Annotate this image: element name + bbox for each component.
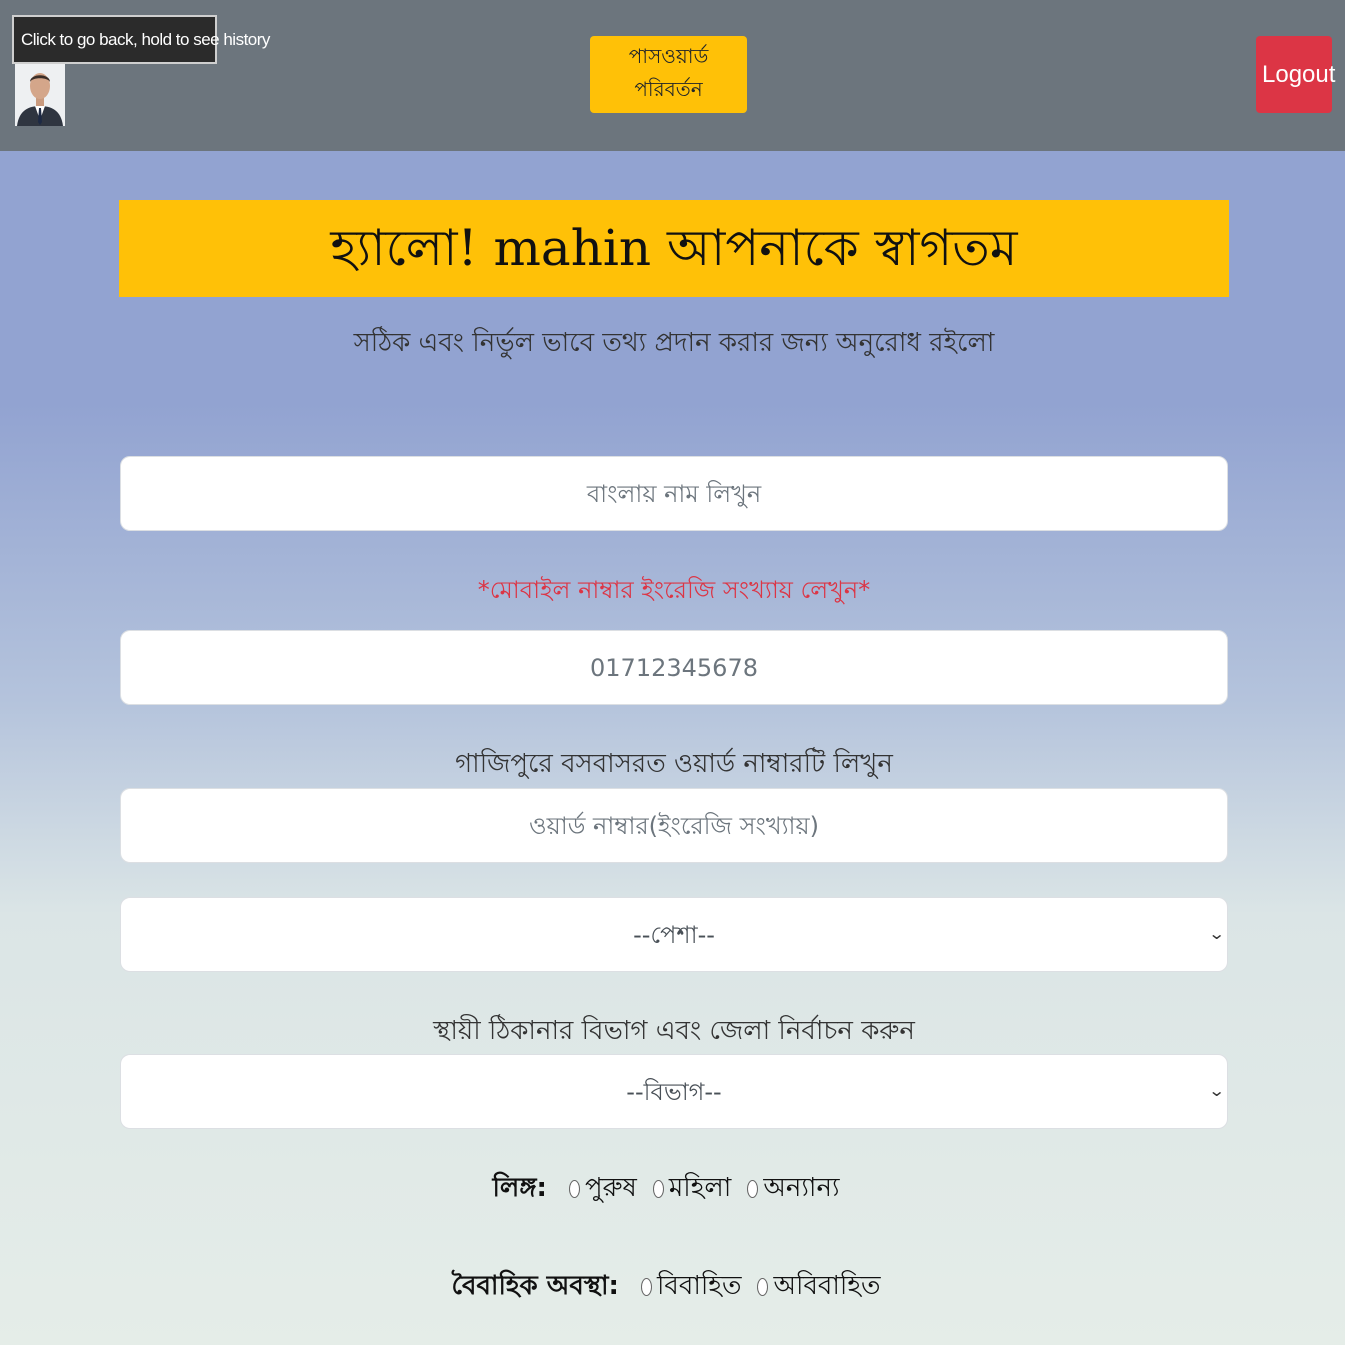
- name-input[interactable]: [120, 456, 1228, 531]
- back-button-tooltip: Click to go back, hold to see history: [12, 15, 270, 64]
- user-photo-icon: [15, 64, 65, 126]
- radio-circle-icon[interactable]: [568, 1180, 580, 1198]
- mobile-instruction: *মোবাইল নাম্বার ইংরেজি সংখ্যায় লেখুন*: [477, 576, 871, 604]
- profession-select[interactable]: --পেশা--: [120, 897, 1228, 972]
- ward-label: গাজিপুরে বসবাসরত ওয়ার্ড নাম্বারটি লিখুন: [455, 749, 893, 779]
- radio-circle-icon[interactable]: [652, 1180, 664, 1198]
- marital-option-label: অবিবাহিত: [773, 1271, 881, 1301]
- ward-input[interactable]: [120, 788, 1228, 863]
- radio-circle-icon[interactable]: [640, 1278, 652, 1296]
- gender-label: লিঙ্গ:: [492, 1173, 547, 1203]
- marital-label: বৈবাহিক অবস্থা:: [451, 1271, 619, 1301]
- chevron-down-icon: ⌄: [1207, 1081, 1226, 1100]
- marital-option-married[interactable]: বিবাহিত: [640, 1265, 742, 1309]
- marital-radio-group: বৈবাহিক অবস্থা: বিবাহিত অবিবাহিত: [119, 1265, 1229, 1309]
- gender-option-label: পুরুষ: [584, 1173, 637, 1203]
- gender-option-female[interactable]: মহিলা: [652, 1167, 732, 1211]
- gender-option-male[interactable]: পুরুষ: [568, 1167, 637, 1211]
- radio-circle-icon[interactable]: [747, 1180, 759, 1198]
- logout-button[interactable]: Logout: [1256, 36, 1335, 113]
- gender-option-other[interactable]: অন্যান্য: [747, 1167, 840, 1211]
- gender-option-label: মহিলা: [668, 1173, 732, 1203]
- radio-circle-icon[interactable]: [757, 1278, 769, 1296]
- user-avatar[interactable]: [15, 64, 65, 126]
- chevron-down-icon: ⌄: [1207, 924, 1226, 943]
- address-label: স্থায়ী ঠিকানার বিভাগ এবং জেলা নির্বাচন …: [433, 1016, 915, 1046]
- mobile-input[interactable]: [120, 630, 1228, 705]
- change-password-button[interactable]: পাসওয়ার্ড পরিবর্তন: [590, 36, 747, 113]
- welcome-banner: হ্যালো! mahin আপনাকে স্বাগতম: [119, 200, 1229, 297]
- gender-option-label: অন্যান্য: [763, 1173, 840, 1203]
- division-select[interactable]: --বিভাগ--: [120, 1054, 1228, 1129]
- marital-option-label: বিবাহিত: [656, 1271, 742, 1301]
- gender-radio-group: লিঙ্গ: পুরুষ মহিলা অন্যান্য: [119, 1167, 1229, 1211]
- marital-option-unmarried[interactable]: অবিবাহিত: [757, 1265, 881, 1309]
- welcome-subtitle: সঠিক এবং নির্ভুল ভাবে তথ্য প্রদান করার জ…: [353, 328, 995, 358]
